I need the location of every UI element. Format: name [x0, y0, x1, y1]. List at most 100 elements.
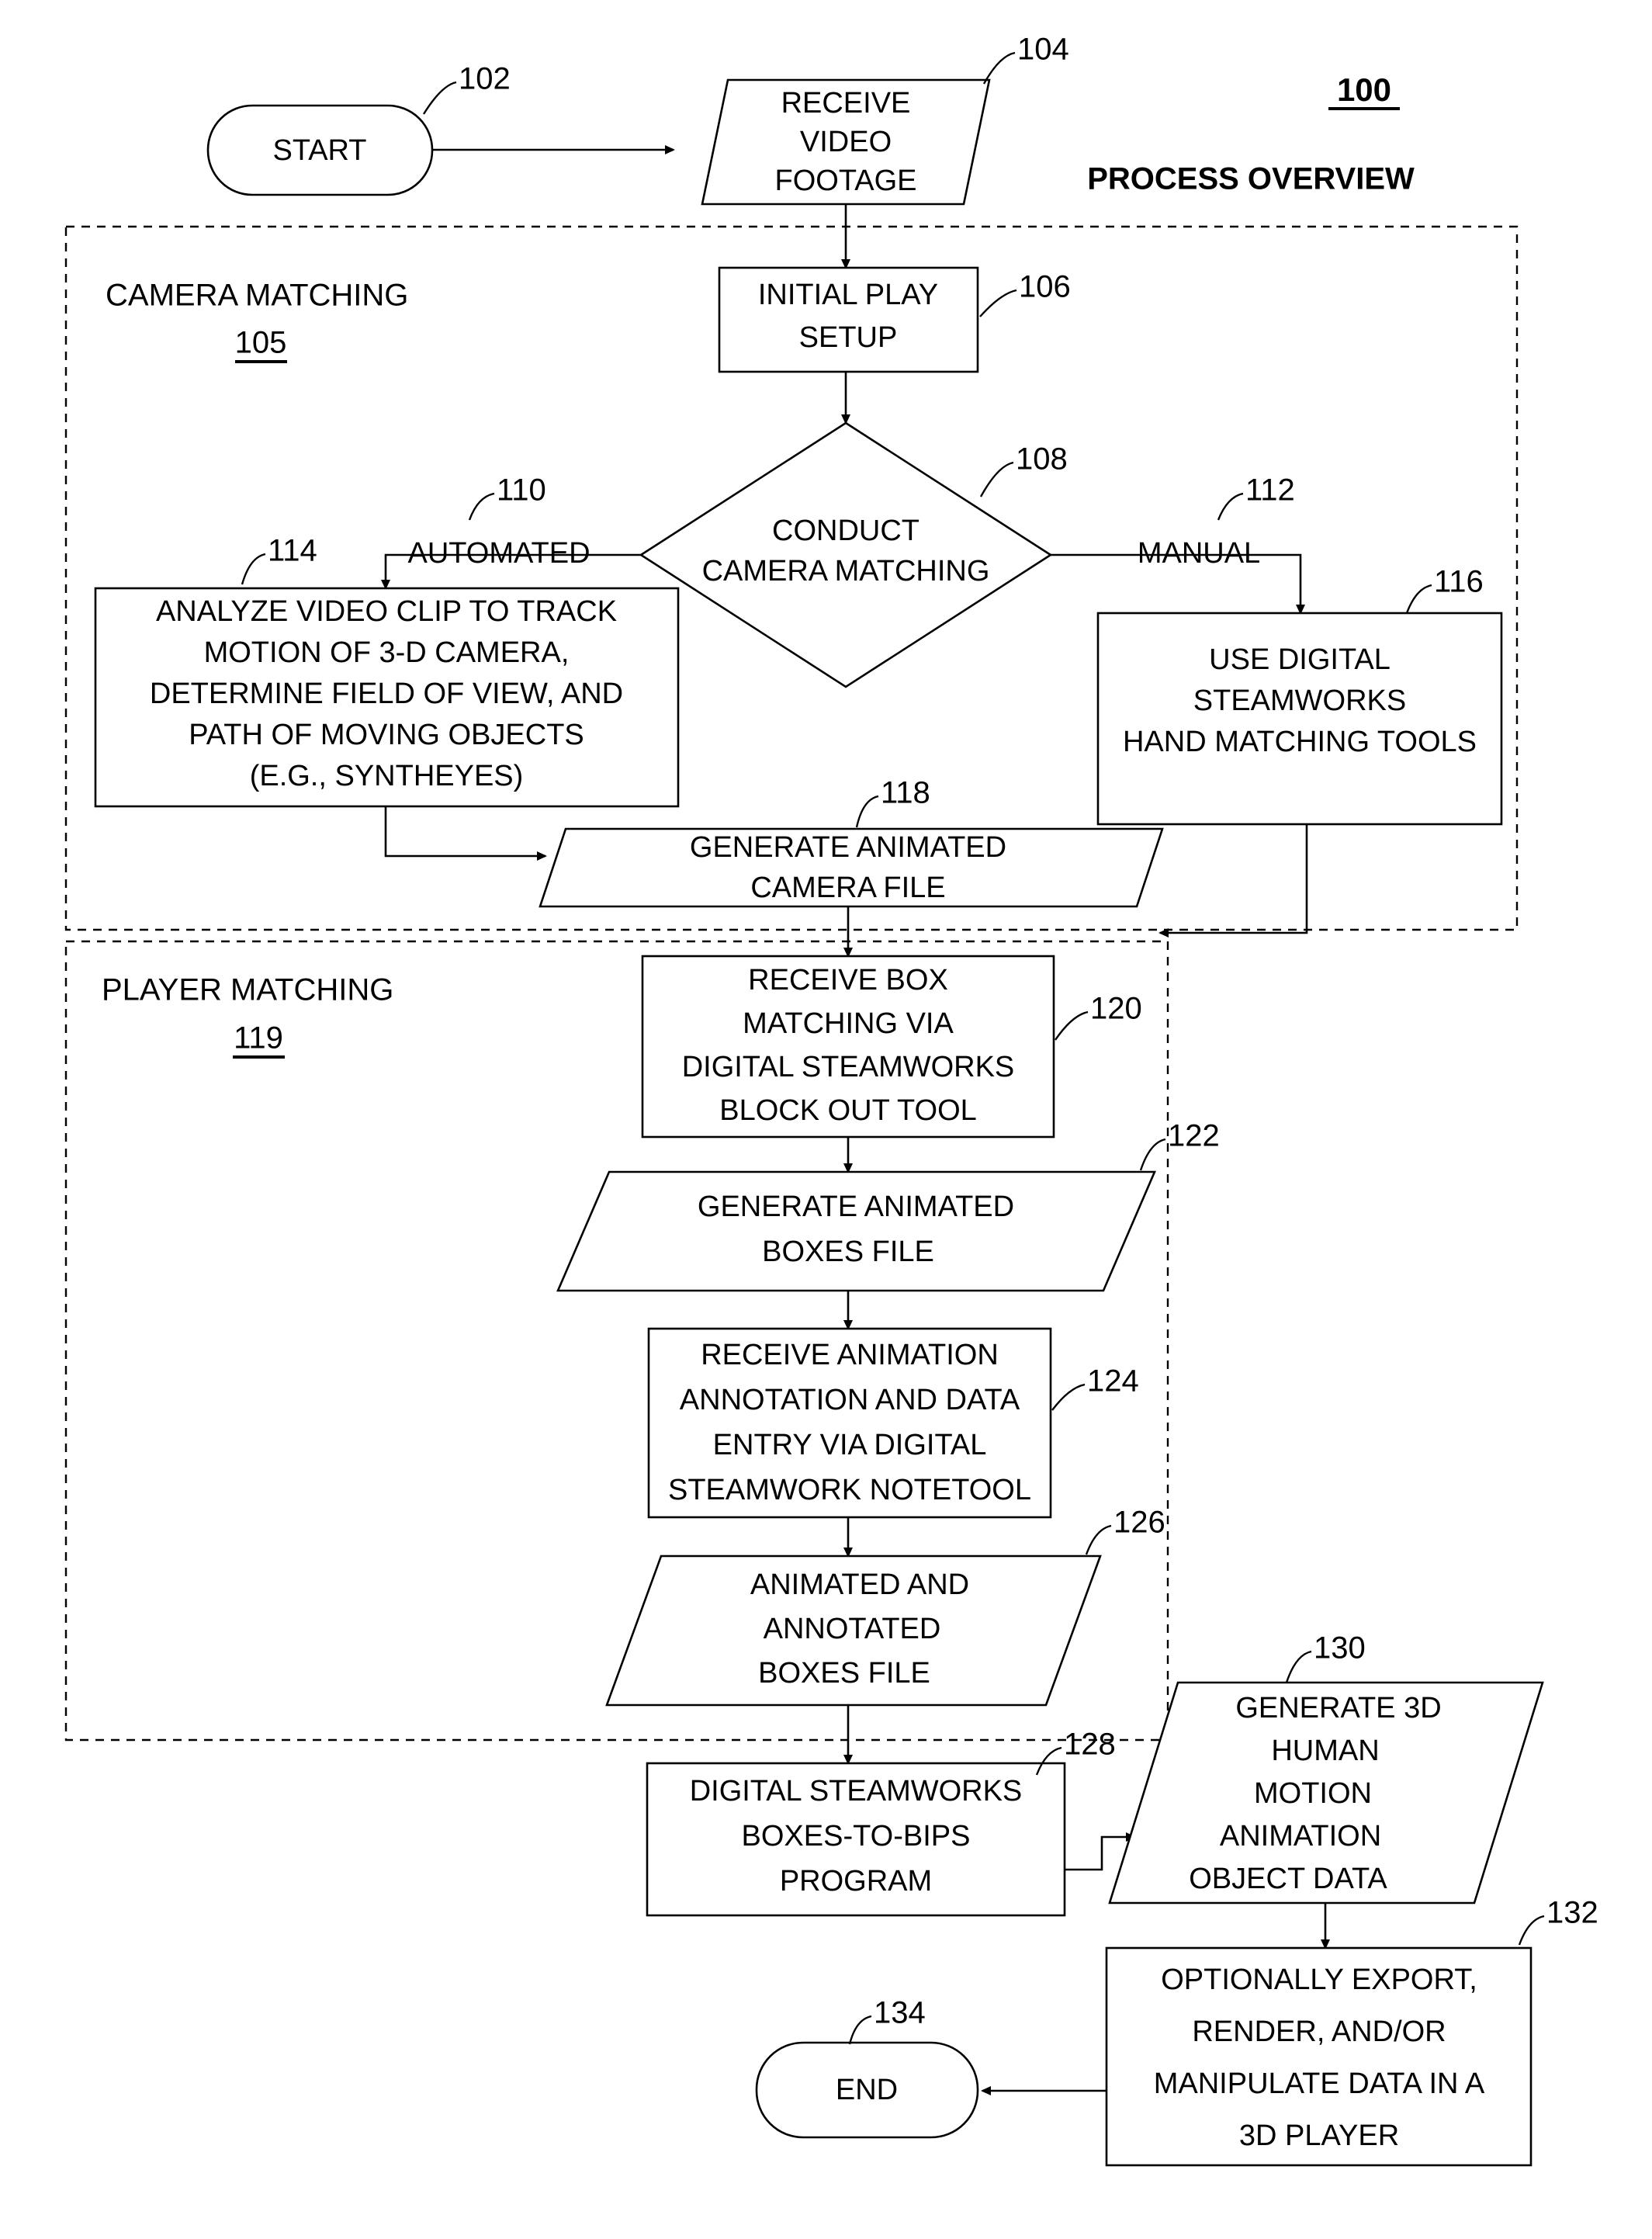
node-animated-annotated-boxes-file[interactable]: ANIMATED AND ANNOTATED BOXES FILE — [605, 1554, 1102, 1707]
node-analyze-video-clip[interactable]: ANALYZE VIDEO CLIP TO TRACK MOTION OF 3-… — [94, 587, 680, 808]
leader-122 — [1139, 1138, 1166, 1171]
node-setup-line-1: SETUP — [799, 321, 898, 354]
node-export-line-3: 3D PLAYER — [1239, 2119, 1399, 2152]
ref-108: 108 — [1016, 442, 1068, 477]
flowchart-canvas: START 102 RECEIVE VIDEO FOOTAGE 104 100 … — [64, 33, 1598, 2167]
node-camerafile-line-1: CAMERA FILE — [750, 872, 945, 904]
ref-118: 118 — [881, 776, 930, 810]
leader-102 — [422, 81, 457, 115]
leader-106 — [979, 289, 1017, 317]
node-decision-line-0: CONDUCT — [772, 515, 920, 547]
node-3ddata-line-3: ANIMATION — [1220, 1820, 1381, 1853]
node-receive-box-matching[interactable]: RECEIVE BOX MATCHING VIA DIGITAL STEAMWO… — [641, 955, 1055, 1139]
figure-title: PROCESS OVERVIEW — [1087, 162, 1415, 196]
node-3ddata-line-2: MOTION — [1254, 1777, 1372, 1810]
ref-134: 134 — [874, 1996, 926, 2030]
ref-112: 112 — [1245, 473, 1295, 508]
leader-108 — [979, 461, 1014, 497]
node-generate-3d-human-motion[interactable]: GENERATE 3D HUMAN MOTION ANIMATION OBJEC… — [1108, 1681, 1544, 1905]
node-decision-line-1: CAMERA MATCHING — [702, 555, 990, 587]
leader-112 — [1217, 492, 1244, 521]
leader-120 — [1055, 1010, 1089, 1041]
node-generate-animated-camera-file[interactable]: GENERATE ANIMATED CAMERA FILE — [539, 827, 1164, 908]
leader-124 — [1051, 1383, 1086, 1411]
node-3ddata-line-0: GENERATE 3D — [1235, 1692, 1441, 1724]
leader-132 — [1518, 1915, 1545, 1946]
node-export-line-1: RENDER, AND/OR — [1192, 2015, 1446, 2048]
node-analyze-line-3: PATH OF MOVING OBJECTS — [189, 719, 584, 751]
node-analyze-line-1: MOTION OF 3-D CAMERA, — [204, 636, 570, 669]
node-receive-line-2: FOOTAGE — [775, 165, 917, 197]
ref-128: 128 — [1064, 1728, 1116, 1762]
group-player-matching-title: PLAYER MATCHING — [102, 973, 393, 1007]
leader-118 — [855, 795, 879, 828]
leader-114 — [241, 553, 266, 585]
node-handtools-line-2: HAND MATCHING TOOLS — [1123, 726, 1477, 758]
node-analyze-line-0: ANALYZE VIDEO CLIP TO TRACK — [156, 595, 617, 628]
node-boxmatching-line-1: MATCHING VIA — [743, 1007, 954, 1040]
node-annotatedfile-line-0: ANIMATED AND — [750, 1568, 969, 1601]
node-boxesfile-line-1: BOXES FILE — [762, 1236, 934, 1268]
node-boxmatching-line-3: BLOCK OUT TOOL — [719, 1094, 977, 1127]
node-annotation-line-0: RECEIVE ANIMATION — [701, 1339, 999, 1371]
node-bips-line-1: BOXES-TO-BIPS — [742, 1820, 971, 1853]
node-end-line-0: END — [836, 2074, 898, 2106]
node-annotatedfile-line-1: ANNOTATED — [764, 1613, 941, 1645]
group-camera-matching-ref: 105 — [235, 326, 287, 360]
leader-110 — [468, 492, 495, 521]
figure-number: 100 — [1337, 71, 1391, 108]
node-annotation-line-2: ENTRY VIA DIGITAL — [713, 1429, 987, 1461]
ref-124: 124 — [1087, 1364, 1139, 1399]
node-receive-animation-annotation[interactable]: RECEIVE ANIMATION ANNOTATION AND DATA EN… — [647, 1327, 1052, 1519]
node-boxmatching-line-2: DIGITAL STEAMWORKS — [682, 1051, 1015, 1083]
node-export-line-2: MANIPULATE DATA IN A — [1154, 2067, 1485, 2100]
node-3ddata-line-1: HUMAN — [1271, 1735, 1379, 1767]
leader-126 — [1085, 1524, 1112, 1555]
ref-130: 130 — [1314, 1631, 1366, 1665]
group-camera-matching-title: CAMERA MATCHING — [106, 279, 408, 313]
node-handtools-line-1: STEAMWORKS — [1193, 685, 1406, 717]
node-conduct-camera-matching[interactable]: CONDUCT CAMERA MATCHING — [639, 421, 1053, 688]
branch-label-automated: AUTOMATED — [407, 537, 590, 570]
node-handtools-line-0: USE DIGITAL — [1209, 643, 1391, 676]
node-analyze-line-2: DETERMINE FIELD OF VIEW, AND — [150, 678, 623, 710]
node-start[interactable]: START — [206, 104, 434, 196]
group-player-matching-ref: 119 — [234, 1021, 283, 1055]
node-initial-play-setup[interactable]: INITIAL PLAY SETUP — [718, 266, 979, 373]
node-export-line-0: OPTIONALLY EXPORT, — [1161, 1963, 1477, 1996]
node-optionally-export-render[interactable]: OPTIONALLY EXPORT, RENDER, AND/OR MANIPU… — [1105, 1946, 1533, 2167]
node-setup-line-0: INITIAL PLAY — [758, 279, 938, 311]
ref-114: 114 — [268, 534, 317, 568]
node-boxesfile-line-0: GENERATE ANIMATED — [698, 1191, 1014, 1223]
node-start-line-0: START — [272, 134, 366, 167]
node-hand-matching-tools[interactable]: USE DIGITAL STEAMWORKS HAND MATCHING TOO… — [1096, 612, 1503, 826]
ref-102: 102 — [459, 62, 511, 96]
node-receive-line-0: RECEIVE — [781, 87, 911, 120]
ref-116: 116 — [1434, 565, 1484, 599]
leader-116 — [1405, 584, 1432, 614]
ref-132: 132 — [1546, 1896, 1598, 1930]
node-boxes-to-bips-program[interactable]: DIGITAL STEAMWORKS BOXES-TO-BIPS PROGRAM — [646, 1762, 1066, 1917]
node-boxmatching-line-0: RECEIVE BOX — [748, 964, 948, 996]
ref-106: 106 — [1019, 270, 1071, 304]
node-annotatedfile-line-2: BOXES FILE — [758, 1657, 930, 1690]
ref-126: 126 — [1113, 1506, 1165, 1540]
node-receive-line-1: VIDEO — [800, 126, 892, 158]
node-generate-animated-boxes-file[interactable]: GENERATE ANIMATED BOXES FILE — [556, 1170, 1156, 1292]
node-annotation-line-3: STEAMWORK NOTETOOL — [668, 1474, 1031, 1506]
patent-flowchart: START 102 RECEIVE VIDEO FOOTAGE 104 100 … — [0, 0, 1652, 2239]
ref-122: 122 — [1168, 1119, 1220, 1153]
node-camerafile-line-0: GENERATE ANIMATED — [690, 831, 1006, 864]
node-bips-line-0: DIGITAL STEAMWORKS — [690, 1775, 1023, 1807]
leader-134 — [848, 2015, 872, 2045]
node-bips-line-2: PROGRAM — [780, 1865, 932, 1898]
ref-120: 120 — [1090, 992, 1142, 1026]
node-end[interactable]: END — [755, 2041, 979, 2139]
node-annotation-line-1: ANNOTATION AND DATA — [680, 1384, 1020, 1416]
connector-analyze-to-camerafile — [384, 806, 547, 861]
ref-110: 110 — [497, 473, 546, 508]
node-analyze-line-4: (E.G., SYNTHEYES) — [250, 760, 524, 792]
branch-label-manual: MANUAL — [1138, 537, 1260, 570]
leader-130 — [1285, 1650, 1312, 1683]
node-receive-video-footage[interactable]: RECEIVE VIDEO FOOTAGE — [701, 78, 991, 206]
